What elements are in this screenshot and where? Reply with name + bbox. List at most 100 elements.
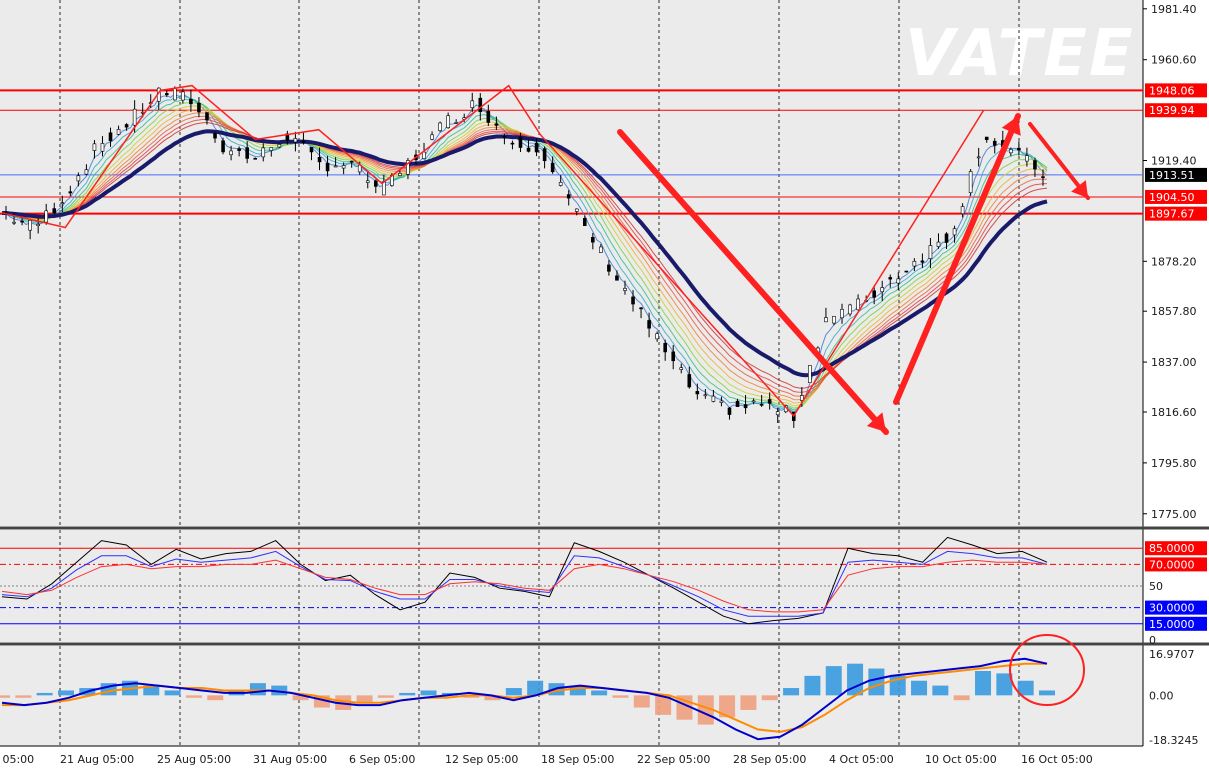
candle-body [341,165,346,169]
macd-histogram-bar [0,695,10,698]
oscillator-tick-label: 0 [1149,634,1156,647]
candle-body [446,115,450,129]
candle-body [213,133,217,139]
candle-body [116,129,121,135]
candle-body [591,237,595,243]
candle-body [655,333,659,340]
date-tick-label: g 05:00 [0,753,34,766]
candle-body [904,270,909,273]
macd-histogram-bar [804,675,821,696]
candle-body [76,175,81,182]
current-price-label: 1913.51 [1149,169,1195,182]
date-tick-label: 4 Oct 05:00 [829,753,894,766]
candle-body [558,182,563,186]
date-tick-label: 12 Sep 05:00 [445,753,518,766]
candle-body [832,316,836,324]
candle-body [880,287,885,293]
candle-body [743,404,748,409]
macd-histogram-bar [399,692,416,696]
candle-body [711,395,716,402]
candle-body [518,136,523,148]
price-tick-label: 1837.00 [1151,356,1197,369]
candle-body [574,208,579,212]
candle-body [454,122,458,124]
macd-histogram-bar [783,688,800,696]
candle-body [623,288,627,291]
macd-histogram-bar [847,663,864,696]
candle-body [719,400,724,403]
candle-body [269,147,274,151]
candle-body [309,146,314,153]
candle-body [526,147,531,152]
candle-body [164,93,169,96]
candle-body [840,308,844,319]
candle-body [173,88,177,101]
candle-body [582,218,587,226]
candle-body [984,136,989,140]
candle-body [872,290,876,298]
candle-body [502,135,507,138]
candle-body [422,151,426,159]
candle-body [52,208,57,214]
candle-body [775,411,780,416]
macd-histogram-bar [164,690,181,696]
candle-body [695,391,700,395]
oscillator-level-label: 15.0000 [1149,618,1195,631]
candle-body [365,180,370,183]
price-tick-label: 1878.20 [1151,255,1197,268]
macd-histogram-bar [975,670,992,696]
candle-body [181,91,185,101]
candle-body [325,162,330,172]
candle-body [398,172,402,176]
price-level-label: 1904.50 [1149,191,1195,204]
candle-body [615,275,619,281]
candle-body [703,394,708,397]
macd-histogram-bar [612,695,629,698]
macd-histogram-bar [953,695,970,701]
price-tick-label: 1775.00 [1151,508,1197,521]
candle-body [1009,149,1013,154]
price-tick-label: 1816.60 [1151,406,1197,419]
candle-body [44,210,49,223]
macd-histogram-bar [1039,690,1055,696]
macd-histogram-bar [505,688,522,696]
candle-body [317,157,322,163]
price-level-label: 1897.67 [1149,208,1195,221]
date-tick-label: 6 Sep 05:00 [349,753,415,766]
candle-body [687,374,692,388]
date-tick-label: 21 Aug 05:00 [60,753,134,766]
candle-body [510,142,515,145]
candle-body [992,140,997,146]
macd-histogram-bar [15,695,32,698]
candle-body [486,111,491,123]
candle-body [848,304,852,315]
candle-body [221,140,225,153]
candle-body [494,123,499,126]
candle-body [534,142,539,153]
oscillator-tick-label: 50 [1149,580,1163,593]
candle-body [952,228,957,236]
candle-body [767,399,772,404]
candle-body [936,241,941,247]
macd-tick-label: -18.3245 [1149,734,1198,747]
price-level-label: 1948.06 [1149,84,1195,97]
candle-body [856,298,860,311]
candle-body [566,194,571,199]
candle-body [735,400,740,407]
candle-body [205,112,209,121]
candle-body [197,102,201,113]
candle-body [671,351,676,362]
candle-body [944,233,949,243]
candle-body [1041,176,1045,178]
candle-body [968,171,973,194]
candle-body [261,147,266,158]
candle-body [60,202,65,204]
macd-histogram-bar [356,695,373,703]
price-tick-label: 1960.60 [1151,54,1197,67]
chart-canvas: VATEE g 05:00 21 Aug 05:00 25 Aug 05:00 31 A… [0,0,1209,769]
macd-tick-label: 0.00 [1149,689,1174,702]
candle-body [920,260,925,263]
candle-body [751,400,756,403]
date-tick-label: 22 Sep 05:00 [637,753,710,766]
candle-body [20,220,24,223]
